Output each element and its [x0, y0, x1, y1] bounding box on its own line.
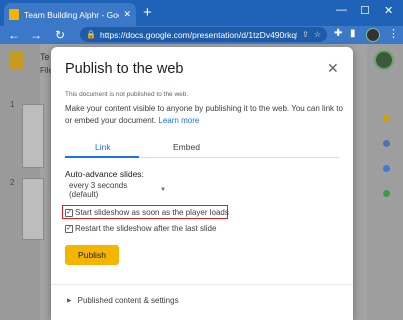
- slide-thumbnail: [22, 178, 44, 240]
- published-content-toggle[interactable]: ▶ Published content & settings: [67, 296, 179, 305]
- auto-advance-value: every 3 seconds (default): [69, 181, 128, 199]
- browser-toolbar: ← → ↻ 🔒 https://docs.google.com/presenta…: [0, 26, 403, 44]
- close-tab-icon[interactable]: ✕: [123, 9, 131, 20]
- published-content-label: Published content & settings: [77, 296, 179, 305]
- browser-tab-title: Team Building Alphr - Google Sli: [24, 9, 119, 20]
- lock-icon: 🔒: [86, 30, 96, 39]
- share-icon[interactable]: ⇪: [302, 30, 309, 39]
- slide-number: 2: [10, 178, 15, 187]
- minimize-window-icon[interactable]: —: [336, 4, 347, 16]
- auto-advance-label: Auto-advance slides:: [65, 169, 144, 179]
- new-tab-button[interactable]: +: [143, 4, 152, 22]
- description-text: Make your content visible to anyone by p…: [65, 104, 343, 125]
- slides-logo-icon: [9, 51, 23, 69]
- restart-slideshow-option[interactable]: ✓ Restart the slideshow after the last s…: [65, 224, 216, 233]
- keep-icon: [383, 115, 390, 122]
- back-arrow-icon[interactable]: ←: [8, 27, 20, 43]
- tab-link[interactable]: Link: [95, 142, 111, 152]
- sidebar-panel-icon[interactable]: ▮: [350, 28, 356, 39]
- publish-description: Make your content visible to anyone by p…: [65, 103, 345, 127]
- bookmark-star-icon[interactable]: ☆: [314, 30, 321, 39]
- browser-tab[interactable]: Team Building Alphr - Google Sli ✕: [4, 3, 136, 26]
- tasks-icon: [383, 140, 390, 147]
- slide-thumbnail: [22, 104, 44, 168]
- dialog-divider: [51, 284, 353, 285]
- address-bar[interactable]: 🔒 https://docs.google.com/presentation/d…: [80, 27, 327, 42]
- start-slideshow-option[interactable]: ✓ Start slideshow as soon as the player …: [65, 208, 229, 217]
- active-tab-indicator: [65, 156, 139, 158]
- presentation-title-fragment: Te: [40, 52, 50, 62]
- chevron-right-icon: ▶: [67, 298, 72, 304]
- publish-dialog: Publish to the web ✕ This document is no…: [51, 47, 353, 320]
- user-avatar: [374, 50, 394, 70]
- chevron-down-icon: ▼: [160, 187, 166, 193]
- tab-embed[interactable]: Embed: [173, 142, 200, 152]
- close-icon[interactable]: ✕: [327, 60, 339, 77]
- address-url: https://docs.google.com/presentation/d/1…: [99, 29, 298, 40]
- extensions-puzzle-icon[interactable]: ✚: [334, 28, 342, 39]
- dialog-title: Publish to the web: [65, 61, 184, 77]
- learn-more-link[interactable]: Learn more: [158, 116, 199, 125]
- forward-arrow-icon[interactable]: →: [30, 27, 42, 43]
- close-window-icon[interactable]: ✕: [384, 4, 393, 17]
- restart-slideshow-label: Restart the slideshow after the last sli…: [75, 224, 217, 233]
- reload-icon[interactable]: ↻: [55, 27, 65, 43]
- maximize-window-icon[interactable]: ☐: [360, 4, 370, 17]
- contacts-icon: [383, 165, 390, 172]
- slide-number: 1: [10, 100, 15, 109]
- start-slideshow-label: Start slideshow as soon as the player lo…: [75, 208, 229, 217]
- publish-button[interactable]: Publish: [65, 245, 119, 265]
- start-slideshow-checkbox[interactable]: ✓: [65, 208, 73, 217]
- maps-icon: [383, 190, 390, 197]
- side-panel-rail: [367, 44, 403, 320]
- slides-favicon-icon: [9, 9, 19, 20]
- restart-slideshow-checkbox[interactable]: ✓: [65, 224, 73, 233]
- browser-menu-icon[interactable]: ⋮: [388, 27, 399, 40]
- browser-tab-bar: Team Building Alphr - Google Sli ✕ + — ☐…: [0, 0, 403, 26]
- browser-profile-avatar[interactable]: [366, 28, 380, 42]
- publish-status-notice: This document is not published to the we…: [65, 91, 189, 98]
- publish-tabs: Link Embed: [65, 142, 339, 158]
- auto-advance-select[interactable]: every 3 seconds (default) ▼: [65, 181, 170, 199]
